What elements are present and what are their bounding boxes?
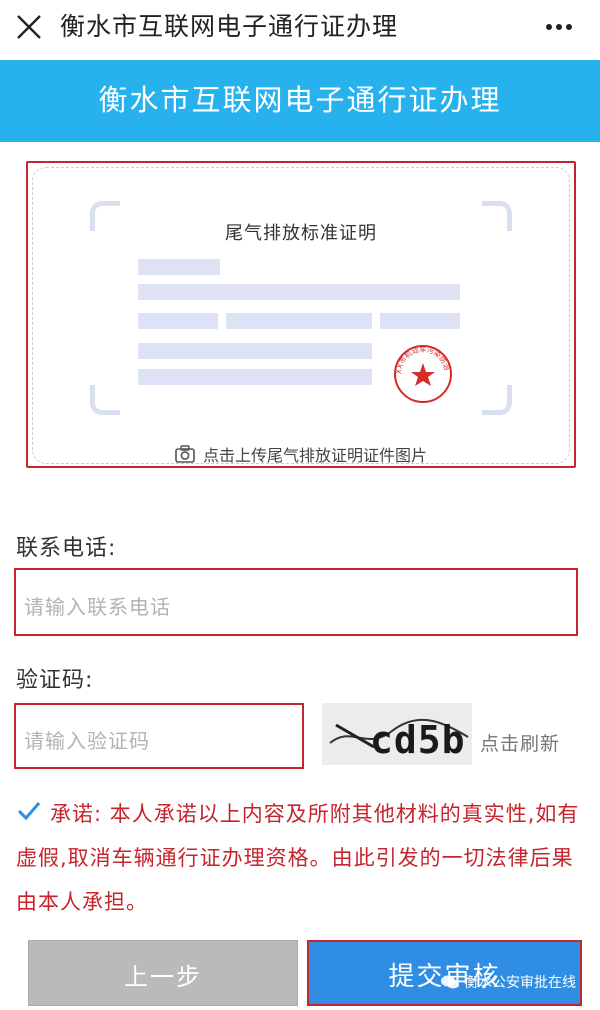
nav-title: 衡水市互联网电子通行证办理 — [60, 12, 399, 41]
placeholder-line — [138, 343, 372, 359]
source-watermark: 衡水公安审批在线 — [440, 972, 576, 992]
placeholder-line — [138, 313, 218, 329]
banner-title: 衡水市互联网电子通行证办理 — [98, 83, 502, 117]
promise-statement: 承诺: 本人承诺以上内容及所附其他材料的真实性,如有虚假,取消车辆通行证办理资格… — [16, 792, 588, 924]
placeholder-line — [226, 313, 372, 329]
captcha-image[interactable]: cd5b — [322, 703, 472, 765]
placeholder-line — [138, 284, 460, 300]
code-input[interactable]: 请输入验证码 — [14, 703, 304, 769]
watermark-text: 衡水公安审批在线 — [464, 975, 576, 991]
refresh-captcha-link[interactable]: 点击刷新 — [480, 729, 560, 756]
more-dots-icon[interactable] — [544, 14, 574, 40]
captcha-text: cd5b — [370, 718, 466, 762]
frame-corner-bottom-left — [90, 385, 120, 415]
wechat-icon — [441, 975, 459, 989]
close-icon[interactable] — [14, 12, 44, 42]
sample-document-title: 尾气排放标准证明 — [225, 223, 377, 244]
promise-text: 承诺: 本人承诺以上内容及所附其他材料的真实性,如有虚假,取消车辆通行证办理资格… — [16, 802, 580, 914]
previous-step-label: 上一步 — [124, 963, 202, 991]
page-banner: 衡水市互联网电子通行证办理 — [0, 60, 600, 142]
placeholder-line — [380, 313, 460, 329]
upload-hint[interactable]: 点击上传尾气排放证明证件图片 — [28, 443, 574, 465]
previous-step-button[interactable]: 上一步 — [28, 940, 298, 1006]
upload-certificate-area[interactable]: 尾气排放标准证明 XX市机动车污染防治中心 点击上传尾气排放证明证件图片 — [26, 161, 576, 468]
code-placeholder: 请输入验证码 — [24, 729, 150, 753]
official-stamp-icon: XX市机动车污染防治中心 — [392, 343, 452, 403]
top-nav-bar: 衡水市互联网电子通行证办理 — [0, 0, 600, 58]
upload-hint-text: 点击上传尾气排放证明证件图片 — [202, 446, 427, 465]
phone-placeholder: 请输入联系电话 — [24, 595, 171, 619]
phone-input[interactable]: 请输入联系电话 — [14, 568, 578, 636]
phone-label: 联系电话: — [16, 536, 117, 561]
placeholder-line — [138, 369, 372, 385]
placeholder-line — [138, 259, 220, 275]
camera-icon — [175, 445, 195, 463]
code-label: 验证码: — [16, 668, 94, 693]
frame-corner-bottom-right — [482, 385, 512, 415]
